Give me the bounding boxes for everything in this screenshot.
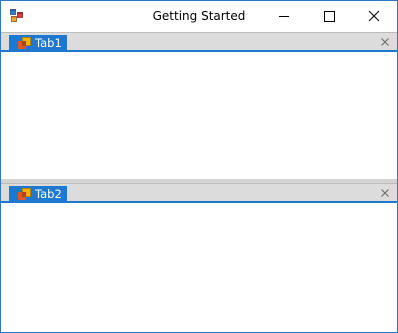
tab-document-icon <box>18 188 31 200</box>
tab-group-2: Tab2 <box>1 183 397 332</box>
minimize-icon <box>279 16 289 17</box>
tab-label: Tab2 <box>35 187 62 201</box>
maximize-icon <box>324 11 335 22</box>
close-icon <box>368 10 380 22</box>
tab-label: Tab1 <box>35 36 62 50</box>
tab-document-icon <box>18 37 31 49</box>
tab-strip: Tab2 <box>1 183 397 203</box>
title-bar[interactable]: Getting Started <box>1 1 397 32</box>
maximize-button[interactable] <box>306 1 352 32</box>
tab-content-area[interactable] <box>1 52 397 179</box>
app-window: Getting Started Tab1 Tab2 <box>0 0 398 333</box>
minimize-button[interactable] <box>261 1 307 32</box>
tab-content-area[interactable] <box>1 203 397 332</box>
close-button[interactable] <box>351 1 397 32</box>
close-icon[interactable] <box>380 37 390 47</box>
tab-group-1: Tab1 <box>1 32 397 179</box>
close-icon[interactable] <box>380 188 390 198</box>
tab-strip: Tab1 <box>1 32 397 52</box>
